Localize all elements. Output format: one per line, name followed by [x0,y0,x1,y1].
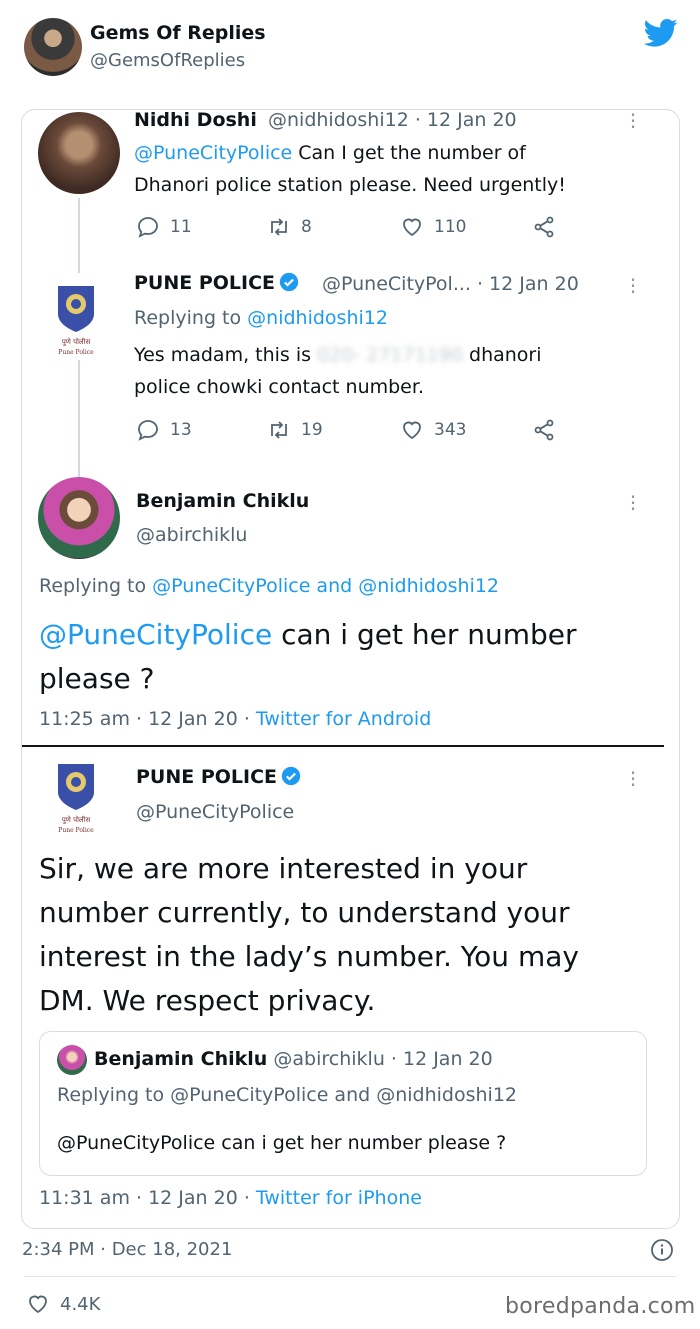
share-icon [534,216,554,238]
retweet-icon [271,421,287,439]
mention-link[interactable]: @PuneCityPolice [39,618,272,651]
tweet-text-part: Dhanori police station please. Need urge… [134,174,566,196]
tweet-author-name[interactable]: Nidhi Doshi [134,109,257,131]
tweet-text-part: number currently, to understand your [39,896,570,929]
tweet-text-part: Yes madam, this is [134,344,312,366]
tweet-timestamp: 11:25 am · 12 Jan 20 · Twitter for Andro… [39,708,431,730]
verified-badge-icon [281,766,301,786]
svg-text:पुणे पोलीस: पुणे पोलीस [62,337,91,346]
tweet-time[interactable]: 11:31 am · 12 Jan 20 · [39,1187,256,1209]
avatar[interactable] [38,477,120,559]
tweet-text-part: can i get her number [272,618,577,651]
svg-text:Pune Police: Pune Police [58,349,94,356]
tweet-text: Sir, we are more interested in your numb… [39,847,579,1023]
tweet-author-name-text: PUNE POLICE [134,272,276,294]
watermark: boredpanda.com [505,1294,696,1319]
tweet-time[interactable]: 11:25 am · 12 Jan 20 · [39,708,256,730]
like-button[interactable]: 343 [400,418,466,442]
quote-text: @PuneCityPolice can i get her number ple… [57,1132,507,1154]
like-count: 4.4K [60,1293,101,1315]
svg-text:पुणे पोलीस: पुणे पोलीस [62,815,91,824]
pune-police-logo[interactable]: पुणे पोलीस Pune Police [52,284,100,362]
tweet-text-part: dhanori [469,344,542,366]
tweet-author-name[interactable]: Benjamin Chiklu [136,490,309,512]
tweet-source-link[interactable]: Twitter for iPhone [256,1187,422,1209]
tweet-text: @PuneCityPolice can i get her number ple… [39,613,577,701]
embed-timestamp[interactable]: 2:34 PM · Dec 18, 2021 [22,1239,232,1260]
svg-text:Pune Police: Pune Police [58,827,94,834]
tweet-author-handle[interactable]: @abirchiklu [136,524,247,546]
mention-link[interactable]: @nidhidoshi12 [247,307,388,329]
reply-icon [138,217,158,238]
account-name[interactable]: Gems Of Replies [90,22,266,44]
avatar[interactable] [57,1045,87,1075]
info-icon[interactable] [650,1238,674,1262]
reply-icon [138,420,158,441]
replying-to: Replying to @nidhidoshi12 [134,307,388,329]
tweet-text-part: police chowki contact number. [134,376,424,398]
tweet-author-name[interactable]: PUNE POLICE [134,272,299,294]
tweet-text: @PuneCityPolice Can I get the number of … [134,137,566,201]
share-button[interactable] [532,215,556,239]
tweet-text-part: please ? [39,662,155,695]
tweet-author-handle[interactable]: @PuneCityPolice [136,801,294,823]
pune-police-logo[interactable]: पुणे पोलीस Pune Police [52,762,100,840]
more-options-icon[interactable]: · · · [628,105,638,137]
tweet-meta[interactable]: @nidhidoshi12 · 12 Jan 20 [268,109,517,131]
quote-meta[interactable]: @abirchiklu · 12 Jan 20 [273,1048,492,1070]
replying-prefix: Replying to [134,307,248,329]
more-options-icon[interactable]: · · · [628,270,638,302]
tweet-text: Yes madam, this is 020- 27171190 dhanori… [134,339,542,403]
like-count: 343 [434,420,467,440]
retweet-button[interactable]: 19 [267,418,323,442]
tweet-author-name[interactable]: PUNE POLICE [136,766,301,788]
replying-prefix: Replying to [39,575,153,597]
twitter-bird-icon[interactable] [644,18,678,48]
like-count: 110 [434,217,467,237]
tweet-text-part: Can I get the number of [292,142,526,164]
thread-line [78,360,80,480]
tweet-timestamp: 11:31 am · 12 Jan 20 · Twitter for iPhon… [39,1187,422,1209]
heart-icon [403,421,421,440]
heart-icon [403,218,421,237]
heart-icon [29,1295,47,1314]
avatar[interactable] [38,112,120,194]
reply-button[interactable]: 13 [136,418,192,442]
retweet-icon [271,218,287,236]
avatar[interactable] [24,18,82,76]
quote-author-name[interactable]: Benjamin Chiklu [94,1048,267,1070]
verified-badge-icon [279,272,299,292]
like-button[interactable]: 110 [400,215,466,239]
more-options-icon[interactable]: · · · [628,763,638,795]
tweet-text-part: Sir, we are more interested in your [39,852,528,885]
mention-link[interactable]: @PuneCityPolice [134,142,292,164]
more-options-icon[interactable]: · · · [628,487,638,519]
quote-replying-to: Replying to @PuneCityPolice and @nidhido… [57,1084,517,1106]
tweet-meta[interactable]: @PuneCityPol... · 12 Jan 20 [322,273,579,295]
share-icon [534,419,554,441]
retweet-count: 19 [301,420,323,440]
like-button[interactable]: 4.4K [26,1292,100,1316]
tweet-author-name-text: PUNE POLICE [136,766,278,788]
account-handle[interactable]: @GemsOfReplies [90,50,245,71]
tweet-source-link[interactable]: Twitter for Android [256,708,431,730]
replying-to: Replying to @PuneCityPolice and @nidhido… [39,575,499,597]
mention-link[interactable]: @PuneCityPolice and @nidhidoshi12 [152,575,499,597]
retweet-count: 8 [301,217,312,237]
reply-button[interactable]: 11 [136,215,192,239]
tweet-text-part: DM. We respect privacy. [39,984,376,1017]
tweet-text-part: interest in the lady’s number. You may [39,940,579,973]
share-button[interactable] [532,418,556,442]
reply-count: 13 [170,420,192,440]
thread-line [78,198,80,273]
divider [24,1276,676,1277]
redacted-phone-number: 020- 27171190 [317,344,463,366]
quote-header: Benjamin Chiklu @abirchiklu · 12 Jan 20 [94,1048,493,1070]
retweet-button[interactable]: 8 [267,215,312,239]
reply-count: 11 [170,217,192,237]
divider [22,745,664,747]
